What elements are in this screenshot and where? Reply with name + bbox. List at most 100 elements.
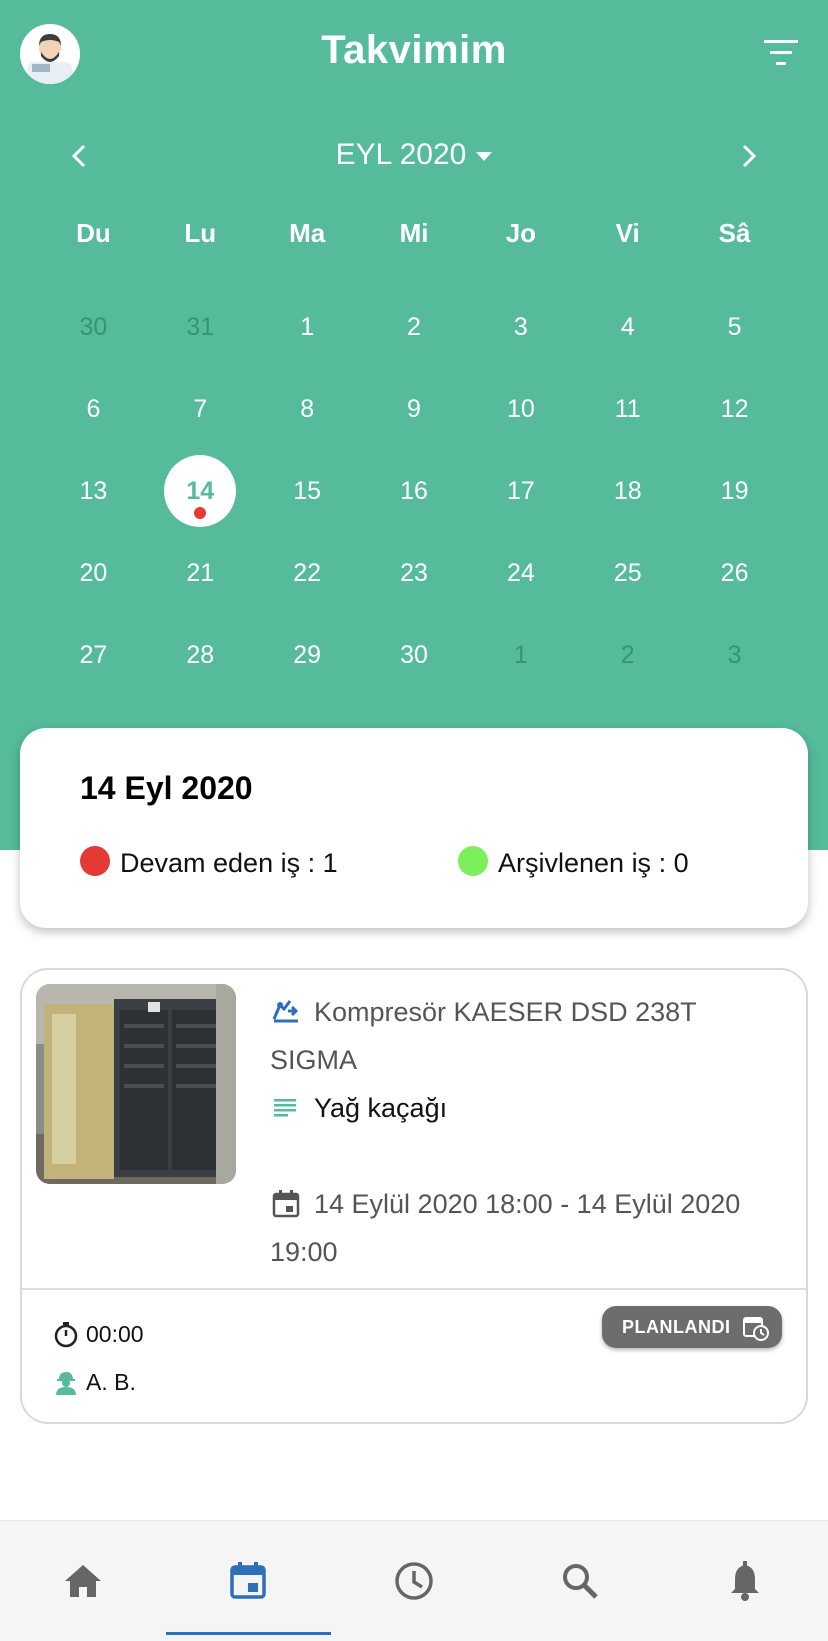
archived-status-dot bbox=[458, 845, 488, 876]
calendar-day[interactable]: 16 bbox=[361, 450, 468, 532]
nav-calendar[interactable] bbox=[165, 1521, 332, 1641]
filter-button[interactable] bbox=[758, 34, 806, 74]
calendar-header: Takvimim EYL 2020 Du Lu Ma Mi Jo Vi Sâ 3… bbox=[0, 0, 828, 850]
calendar-week: 27 28 29 30 1 2 3 bbox=[40, 614, 788, 696]
calendar-day[interactable]: 20 bbox=[40, 532, 147, 614]
worker-icon bbox=[56, 1371, 76, 1395]
calendar-day[interactable]: 24 bbox=[467, 532, 574, 614]
calendar-day[interactable]: 5 bbox=[681, 286, 788, 368]
calendar-grid: 30 31 1 2 3 4 5 6 7 8 9 10 11 12 13 14 1… bbox=[0, 286, 828, 696]
calendar-day[interactable]: 1 bbox=[254, 286, 361, 368]
calendar-day[interactable]: 11 bbox=[574, 368, 681, 450]
job-info: Kompresör KAESER DSD 238T SIGMA Yağ kaça… bbox=[270, 988, 790, 1276]
calendar-day[interactable]: 21 bbox=[147, 532, 254, 614]
calendar-week: 30 31 1 2 3 4 5 bbox=[40, 286, 788, 368]
weekday-label: Lu bbox=[184, 218, 217, 248]
card-divider bbox=[22, 1288, 806, 1290]
calendar-day[interactable]: 8 bbox=[254, 368, 361, 450]
nav-search[interactable] bbox=[497, 1521, 663, 1641]
calendar-week: 20 21 22 23 24 25 26 bbox=[40, 532, 788, 614]
job-duration: 00:00 bbox=[86, 1321, 144, 1347]
job-thumbnail bbox=[36, 984, 236, 1184]
notes-icon bbox=[274, 1098, 296, 1117]
calendar-day[interactable]: 1 bbox=[467, 614, 574, 696]
month-label: EYL 2020 bbox=[335, 138, 467, 171]
calendar-day-selected[interactable]: 14 bbox=[147, 450, 254, 532]
calendar-day[interactable]: 2 bbox=[361, 286, 468, 368]
calendar-day[interactable]: 18 bbox=[574, 450, 681, 532]
next-month-button[interactable] bbox=[728, 136, 768, 176]
calendar-icon bbox=[272, 1189, 300, 1218]
ongoing-status-dot bbox=[80, 845, 110, 876]
calendar-day[interactable]: 6 bbox=[40, 368, 147, 450]
weekday-header: Du Lu Ma Mi Jo Vi Sâ bbox=[0, 218, 828, 249]
filter-icon bbox=[764, 40, 798, 65]
page-title: Takvimim bbox=[321, 28, 507, 72]
calendar-week: 13 14 15 16 17 18 19 bbox=[40, 450, 788, 532]
calendar-day[interactable]: 23 bbox=[361, 532, 468, 614]
calendar-day[interactable]: 30 bbox=[40, 286, 147, 368]
calendar-day[interactable]: 13 bbox=[40, 450, 147, 532]
machine-icon bbox=[272, 999, 299, 1023]
calendar-day[interactable]: 30 bbox=[361, 614, 468, 696]
job-title-row: Kompresör KAESER DSD 238T SIGMA bbox=[270, 988, 790, 1084]
calendar-icon bbox=[230, 1562, 267, 1599]
weekday-label: Ma bbox=[289, 218, 326, 248]
weekday-label: Mi bbox=[399, 218, 429, 248]
month-dropdown[interactable]: EYL 2020 bbox=[0, 138, 828, 172]
calendar-day[interactable]: 25 bbox=[574, 532, 681, 614]
calendar-day[interactable]: 17 bbox=[467, 450, 574, 532]
calendar-day[interactable]: 22 bbox=[254, 532, 361, 614]
calendar-day[interactable]: 10 bbox=[467, 368, 574, 450]
calendar-day[interactable]: 3 bbox=[467, 286, 574, 368]
job-description-row: Yağ kaçağı bbox=[270, 1084, 790, 1132]
stopwatch-icon bbox=[54, 1321, 78, 1348]
chevron-right-icon bbox=[742, 144, 757, 168]
calendar-day[interactable]: 28 bbox=[147, 614, 254, 696]
calendar-day[interactable]: 9 bbox=[361, 368, 468, 450]
weekday-label: Vi bbox=[615, 218, 640, 248]
calendar-day[interactable]: 4 bbox=[574, 286, 681, 368]
calendar-day[interactable]: 7 bbox=[147, 368, 254, 450]
calendar-week: 6 7 8 9 10 11 12 bbox=[40, 368, 788, 450]
selected-day-label: 14 bbox=[186, 476, 215, 505]
calendar-day[interactable]: 26 bbox=[681, 532, 788, 614]
assignee-row: A. B. bbox=[52, 1358, 144, 1406]
month-selector: EYL 2020 bbox=[0, 128, 828, 184]
calendar-day[interactable]: 12 bbox=[681, 368, 788, 450]
calendar-day[interactable]: 31 bbox=[147, 286, 254, 368]
nav-home[interactable] bbox=[0, 1521, 166, 1641]
status-badge[interactable]: PLANLANDI bbox=[602, 1306, 782, 1348]
bell-icon bbox=[731, 1561, 760, 1601]
calendar-day[interactable]: 19 bbox=[681, 450, 788, 532]
archived-jobs-legend: Arşivlenen iş : 0 bbox=[458, 845, 689, 879]
job-card[interactable]: Kompresör KAESER DSD 238T SIGMA Yağ kaça… bbox=[20, 968, 808, 1424]
ongoing-jobs-label: Devam eden iş : 1 bbox=[120, 848, 338, 878]
archived-jobs-label: Arşivlenen iş : 0 bbox=[498, 848, 689, 878]
nav-history[interactable] bbox=[331, 1521, 497, 1641]
nav-notifications[interactable] bbox=[662, 1521, 828, 1641]
calendar-day[interactable]: 27 bbox=[40, 614, 147, 696]
calendar-day[interactable]: 15 bbox=[254, 450, 361, 532]
day-summary-card: 14 Eyl 2020 Devam eden iş : 1 Arşivlenen… bbox=[20, 728, 808, 928]
duration-row: 00:00 bbox=[52, 1310, 144, 1358]
job-title: Kompresör KAESER DSD 238T SIGMA bbox=[270, 997, 697, 1075]
search-icon bbox=[562, 1564, 598, 1599]
weekday-label: Jo bbox=[505, 218, 537, 248]
clock-icon bbox=[395, 1562, 433, 1600]
calendar-day[interactable]: 29 bbox=[254, 614, 361, 696]
selected-day-bubble: 14 bbox=[164, 455, 237, 527]
weekday-label: Sâ bbox=[718, 218, 751, 248]
job-meta: 00:00 A. B. bbox=[52, 1310, 144, 1406]
job-datetime: 14 Eylül 2020 18:00 - 14 Eylül 2020 19:0… bbox=[270, 1189, 741, 1267]
bottom-navigation bbox=[0, 1520, 828, 1641]
job-assignee: A. B. bbox=[86, 1369, 136, 1395]
scheduled-icon bbox=[743, 1317, 769, 1341]
calendar-day[interactable]: 2 bbox=[574, 614, 681, 696]
job-description: Yağ kaçağı bbox=[314, 1093, 448, 1123]
ongoing-jobs-legend: Devam eden iş : 1 bbox=[80, 845, 338, 879]
calendar-day[interactable]: 3 bbox=[681, 614, 788, 696]
caret-down-icon bbox=[476, 151, 493, 161]
weekday-label: Du bbox=[76, 218, 111, 248]
